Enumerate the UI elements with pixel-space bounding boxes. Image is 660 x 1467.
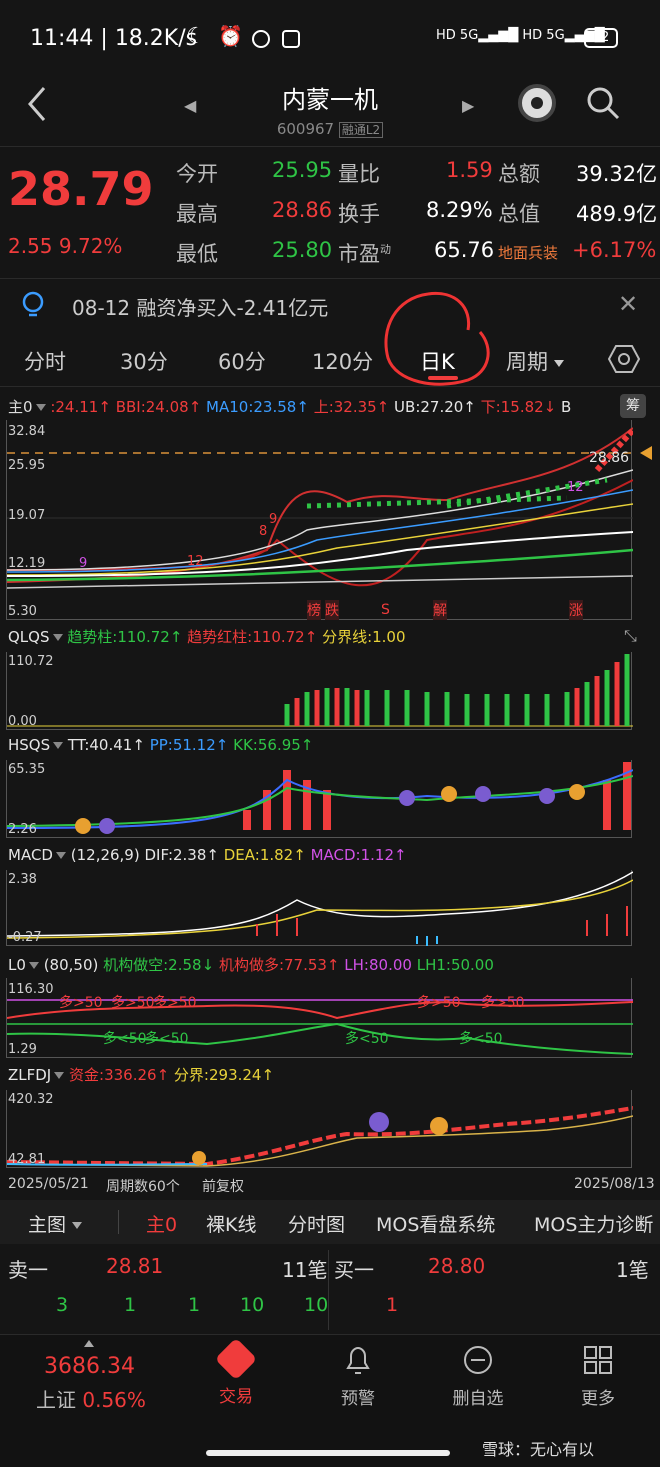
stock-code: 600967 融通L2 — [0, 120, 660, 138]
moon-icon: ☾ — [186, 24, 206, 49]
l0-legend: L0 (80,50) 机构做空:2.58↓ 机构做多:77.53↑ LH:80.… — [8, 956, 494, 974]
macd-legend: MACD (12,26,9) DIF:2.38↑ DEA:1.82↑ MACD:… — [8, 846, 407, 864]
event-badge: S — [381, 602, 390, 618]
stock-name: 内蒙一机 — [282, 86, 378, 114]
hand-drawn-circle — [384, 291, 490, 386]
nav-alert[interactable]: 预警 — [336, 1344, 380, 1409]
event-badge: 榜 — [307, 600, 321, 620]
index-value[interactable]: 3686.34 — [44, 1354, 135, 1379]
sector-link[interactable]: 地面兵装 — [498, 242, 558, 263]
next-stock-button[interactable]: ▶ — [462, 96, 474, 115]
indicator-mos-kanpan[interactable]: MOS看盘系统 — [376, 1210, 495, 1237]
search-button[interactable] — [586, 86, 620, 124]
zlfdj-chart — [6, 1090, 633, 1168]
minus-circle-icon — [464, 1346, 492, 1374]
event-badge: 涨 — [569, 600, 583, 620]
sell-one-label: 卖一 — [8, 1258, 48, 1282]
buy-one-price: 28.80 — [428, 1254, 486, 1278]
zlfdj-select[interactable]: ZLFDJ — [8, 1066, 51, 1084]
robot-icon[interactable] — [518, 84, 556, 122]
indicator-fenshi[interactable]: 分时图 — [288, 1210, 345, 1237]
search-icon — [587, 87, 620, 120]
macd-select[interactable]: MACD — [8, 846, 53, 864]
grid-icon — [584, 1346, 612, 1374]
app-icon — [282, 30, 300, 48]
tab-120min[interactable]: 120分 — [312, 346, 373, 376]
app-icon — [252, 30, 270, 48]
settings-button[interactable] — [607, 344, 641, 378]
main-chart-select[interactable]: 主图 — [28, 1210, 83, 1237]
indicator-main0[interactable]: 主0 — [146, 1210, 177, 1237]
main-indicator-select[interactable]: 主0 — [8, 398, 33, 416]
tab-60min[interactable]: 60分 — [218, 346, 266, 376]
date-start: 2025/05/21 — [8, 1176, 89, 1192]
period-count: 周期数60个 — [106, 1179, 180, 1195]
indicator-mos-zhenduan[interactable]: MOS主力诊断 — [534, 1210, 660, 1237]
adjust-mode[interactable]: 前复权 — [202, 1176, 244, 1196]
battery-icon: 32 — [584, 28, 618, 48]
hexagon-settings-icon — [607, 345, 641, 373]
home-indicator — [206, 1450, 450, 1456]
sell-one-price: 28.81 — [106, 1254, 164, 1278]
signal-icon: HD 5G▂▄▆█ HD 5G▂▄▆█ — [436, 28, 605, 43]
chip-button[interactable]: 筹 — [620, 394, 646, 418]
event-badge: 跌 — [325, 600, 339, 620]
hsqs-legend: HSQS TT:40.41↑ PP:51.12↑ KK:56.95↑ — [8, 736, 314, 754]
l0-select[interactable]: L0 — [8, 956, 26, 974]
buy-one-label: 买一 — [334, 1258, 374, 1282]
qlqs-select[interactable]: QLQS — [8, 628, 50, 646]
watermark: 雪球：无心有以 — [482, 1440, 595, 1459]
notice-text[interactable]: 08-12 融资净买入-2.41亿元 — [72, 292, 328, 321]
price-marker-icon — [640, 446, 652, 460]
quote-row: 今开 25.95 量比 1.59 总额 39.32亿 — [176, 158, 658, 186]
index-up-icon — [84, 1340, 94, 1347]
l0-chart: 多>50 多>50 多>50 多>50 多>50 多<50 多<50 多<50 … — [6, 978, 633, 1058]
zlfdj-legend: ZLFDJ 资金:336.26↑ 分界:293.24↑ — [8, 1066, 275, 1084]
event-badge: 解 — [433, 600, 447, 620]
trade-icon — [214, 1337, 258, 1381]
hsqs-chart — [6, 760, 633, 838]
tab-period[interactable]: 周期 — [506, 346, 564, 376]
tab-30min[interactable]: 30分 — [120, 346, 168, 376]
buy-one-count: 1笔 — [616, 1258, 649, 1282]
qlqs-chart — [6, 652, 633, 730]
macd-chart — [6, 870, 633, 946]
sell-one-count: 11笔 — [282, 1258, 328, 1282]
bulb-icon — [20, 290, 46, 324]
quote-row: 最高 28.86 换手 8.29% 总值 489.9亿 — [176, 198, 658, 226]
main-kline-chart[interactable]: 8 9 12 9 12 榜 跌 S 解 涨 28.86 — [6, 420, 633, 620]
main-legend: 主0 :24.11↑ BBI:24.08↑ MA10:23.58↑ 上:32.3… — [8, 398, 572, 416]
close-notice-button[interactable]: ✕ — [618, 290, 638, 318]
tab-fenshi[interactable]: 分时 — [24, 346, 66, 376]
bell-icon — [346, 1346, 370, 1374]
qlqs-legend: QLQS 趋势柱:110.72↑ 趋势红柱:110.72↑ 分界线:1.00 — [8, 628, 406, 646]
quote-row: 最低 25.80 市盈动 65.76 地面兵装 +6.17% — [176, 238, 657, 266]
nav-trade[interactable]: 交易 — [214, 1337, 258, 1407]
alarm-icon: ⏰ — [218, 24, 243, 48]
date-end: 2025/08/13 — [574, 1176, 655, 1192]
current-price: 28.79 — [8, 162, 154, 216]
hsqs-select[interactable]: HSQS — [8, 736, 50, 754]
status-time: 11:44 | 18.2K/s — [30, 26, 198, 51]
nav-remove-watchlist[interactable]: 删自选 — [446, 1344, 510, 1409]
nav-more[interactable]: 更多 — [576, 1344, 620, 1409]
price-change: 2.55 9.72% — [8, 234, 123, 258]
index-name: 上证 0.56% — [36, 1388, 146, 1412]
expand-icon[interactable]: ⤡ — [624, 626, 637, 646]
indicator-bare-k[interactable]: 裸K线 — [206, 1210, 256, 1237]
